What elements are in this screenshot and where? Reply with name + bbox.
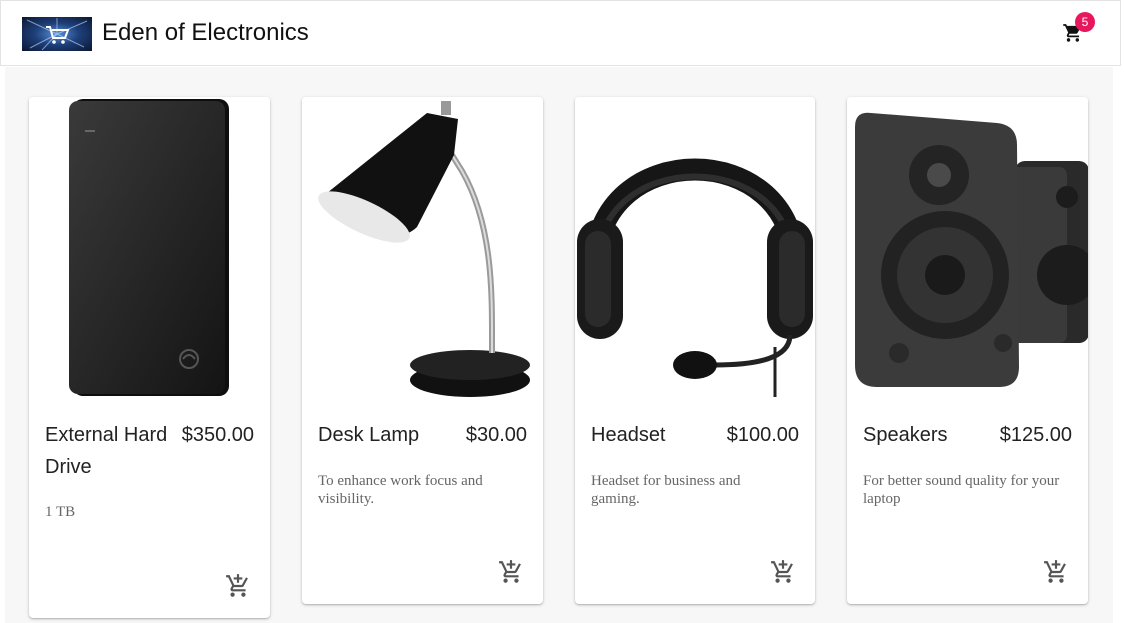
add-to-cart-button[interactable] <box>770 559 796 585</box>
product-price: $350.00 <box>181 424 254 446</box>
product-image-headset <box>575 97 815 403</box>
product-price: $30.00 <box>465 424 527 446</box>
app-bar: Eden of Electronics 5 <box>0 0 1121 66</box>
add-to-cart-button[interactable] <box>1043 559 1069 585</box>
product-title: Speakers <box>863 424 948 446</box>
product-image-speakers <box>847 97 1088 403</box>
add-to-cart-button[interactable] <box>225 573 251 599</box>
product-title: Headset <box>591 424 666 446</box>
add-shopping-cart-icon <box>1044 560 1066 583</box>
add-shopping-cart-icon <box>771 560 793 583</box>
product-card-headset: Headset $100.00 Headset for business and… <box>575 97 815 604</box>
product-card-external-hard-drive: External Hard Drive $350.00 1 TB <box>29 97 270 618</box>
product-image-desk-lamp <box>302 97 543 403</box>
product-title: Desk Lamp <box>318 424 420 446</box>
product-description: To enhance work focus and visibility. <box>318 473 483 507</box>
app-title: Eden of Electronics <box>102 19 309 46</box>
cart-count-badge: 5 <box>1075 12 1095 32</box>
logo[interactable] <box>22 17 92 51</box>
product-description: Headset for business and gaming. <box>591 473 741 507</box>
product-description: 1 TB <box>45 504 76 520</box>
product-image-external-hard-drive <box>29 97 270 403</box>
product-description: For better sound quality for your laptop <box>863 473 1060 507</box>
product-price: $100.00 <box>726 424 799 446</box>
add-shopping-cart-icon <box>226 574 248 597</box>
add-shopping-cart-icon <box>499 560 521 583</box>
product-title: External Hard Drive <box>45 424 168 478</box>
product-card-speakers: Speakers $125.00 For better sound qualit… <box>847 97 1088 604</box>
product-price: $125.00 <box>999 424 1072 446</box>
add-to-cart-button[interactable] <box>498 559 524 585</box>
shopping-cart-logo-icon <box>26 18 88 51</box>
product-card-desk-lamp: Desk Lamp $30.00 To enhance work focus a… <box>302 97 543 604</box>
